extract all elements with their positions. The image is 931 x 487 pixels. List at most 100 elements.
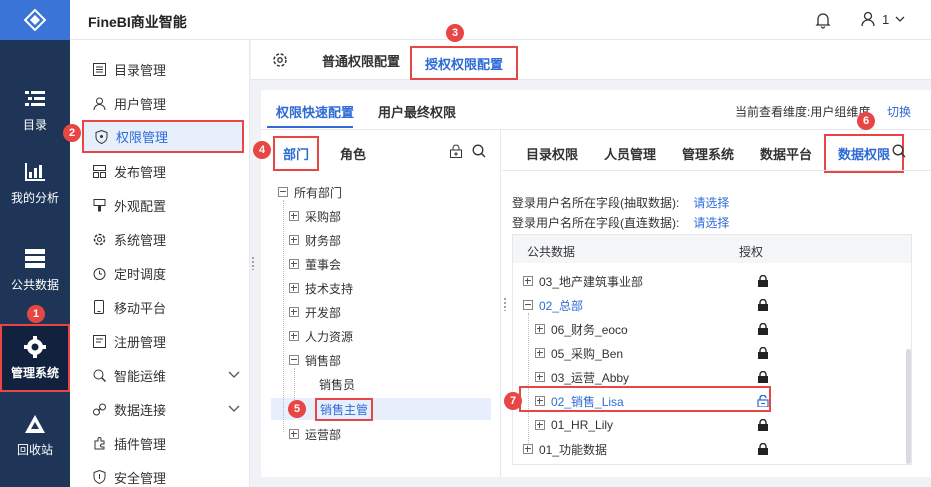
submenu-item-appearance[interactable]: 外观配置 <box>82 190 240 220</box>
tab-department[interactable]: 部门 <box>273 136 320 171</box>
tree-node[interactable]: 董事会 <box>289 252 341 276</box>
list-icon <box>92 62 106 76</box>
submenu-label: 目录管理 <box>114 62 167 78</box>
step-badge-3: 3 <box>446 24 464 42</box>
submenu-label: 插件管理 <box>114 436 167 452</box>
submenu-item-register[interactable]: 注册管理 <box>82 326 240 356</box>
tree-node[interactable]: 运营部 <box>289 422 341 446</box>
tree-node[interactable]: 采购部 <box>289 204 341 228</box>
grid-row[interactable]: 03_地产建筑事业部 <box>523 269 913 293</box>
submenu-label: 数据连接 <box>114 402 167 418</box>
submenu-item-ops[interactable]: 智能运维 <box>82 360 240 390</box>
tab-final-permission[interactable]: 用户最终权限 <box>378 102 456 121</box>
appearance-icon <box>92 198 106 212</box>
tab-user-management[interactable]: 人员管理 <box>604 144 656 163</box>
grid-row[interactable]: 06_财务_eoco <box>535 317 925 341</box>
expand-icon[interactable] <box>535 348 545 358</box>
expand-icon[interactable] <box>535 420 545 430</box>
lock-icon[interactable] <box>757 371 769 383</box>
nav-item-public-data[interactable]: 公共数据 <box>0 235 70 305</box>
submenu-item-directory[interactable]: 目录管理 <box>82 54 240 84</box>
tab-grant-permission[interactable]: 授权权限配置 <box>410 46 519 80</box>
tree-leaf-selected[interactable]: 销售主管 <box>315 397 374 421</box>
expand-icon[interactable] <box>289 235 299 245</box>
lock-icon[interactable] <box>757 299 769 311</box>
tree-node[interactable]: 销售部 <box>289 348 341 372</box>
publish-icon <box>92 164 106 178</box>
tab-role[interactable]: 角色 <box>340 144 366 163</box>
expand-icon[interactable] <box>535 324 545 334</box>
app-logo[interactable] <box>0 0 70 40</box>
tab-management-system[interactable]: 管理系统 <box>682 144 734 163</box>
submenu-label: 发布管理 <box>114 164 167 180</box>
grid-row[interactable]: 02_总部 <box>523 293 913 317</box>
expand-icon[interactable] <box>289 283 299 293</box>
resize-handle[interactable] <box>251 256 255 270</box>
tree-root[interactable]: 所有部门 <box>278 180 342 204</box>
submenu-item-plugins[interactable]: 插件管理 <box>82 428 240 458</box>
select-field-link[interactable]: 请选择 <box>693 216 729 230</box>
shield-icon <box>94 129 108 144</box>
tab-data-platform[interactable]: 数据平台 <box>760 144 812 163</box>
nav-item-management[interactable]: 管理系统 <box>0 324 70 392</box>
field-extract: 登录用户名所在字段(抽取数据): 请选择 <box>512 196 730 210</box>
collapse-icon[interactable] <box>278 187 288 197</box>
dimension-switch-link[interactable]: 切换 <box>887 103 911 120</box>
lock-icon[interactable] <box>757 323 769 335</box>
collapse-icon[interactable] <box>523 300 533 310</box>
grid-scrollbar[interactable] <box>906 349 911 464</box>
submenu-item-security[interactable]: 安全管理 <box>82 462 240 487</box>
expand-icon[interactable] <box>289 429 299 439</box>
tree-node[interactable]: 人力资源 <box>289 324 353 348</box>
submenu-item-publish[interactable]: 发布管理 <box>82 156 240 186</box>
grid-row[interactable]: 01_HR_Lily <box>535 413 925 437</box>
grid-row[interactable]: 01_功能数据 <box>523 437 913 461</box>
user-name: 1 <box>882 11 890 27</box>
resize-handle[interactable] <box>503 297 507 311</box>
nav-item-directory[interactable]: 目录 <box>0 75 70 145</box>
lock-icon[interactable] <box>757 347 769 359</box>
search-icon[interactable] <box>472 144 486 158</box>
tree-node[interactable]: 开发部 <box>289 300 341 324</box>
tree-node[interactable]: 技术支持 <box>289 276 353 300</box>
tab-quick-config[interactable]: 权限快速配置 <box>276 102 354 121</box>
lock-add-icon[interactable] <box>449 144 463 158</box>
step-badge-7: 7 <box>504 392 522 410</box>
grid-row[interactable]: 05_采购_Ben <box>535 341 925 365</box>
nav-item-recycle[interactable]: 回收站 <box>0 400 70 470</box>
collapse-icon[interactable] <box>289 355 299 365</box>
submenu-item-schedule[interactable]: 定时调度 <box>82 258 240 288</box>
col-authorization: 授权 <box>739 245 764 259</box>
tab-normal-permission[interactable]: 普通权限配置 <box>322 40 400 80</box>
expand-icon[interactable] <box>523 276 533 286</box>
expand-icon[interactable] <box>523 444 533 454</box>
user-menu[interactable]: 1 <box>860 11 905 27</box>
select-field-link[interactable]: 请选择 <box>693 196 729 210</box>
submenu-item-permissions[interactable]: 权限管理 <box>82 120 244 153</box>
submenu-item-data-connection[interactable]: 数据连接 <box>82 394 240 424</box>
expand-icon[interactable] <box>289 307 299 317</box>
nav-label: 目录 <box>22 117 47 132</box>
chevron-down-icon[interactable] <box>228 402 240 414</box>
submenu-item-system[interactable]: 系统管理 <box>82 224 240 254</box>
tab-directory-permission[interactable]: 目录权限 <box>526 144 578 163</box>
lock-icon[interactable] <box>757 275 769 287</box>
tree-leaf[interactable]: 销售员 <box>319 372 355 396</box>
expand-icon[interactable] <box>289 331 299 341</box>
register-icon <box>92 334 106 348</box>
submenu-label: 安全管理 <box>114 470 167 486</box>
submenu-item-users[interactable]: 用户管理 <box>82 88 240 118</box>
step-badge-1: 1 <box>27 305 45 323</box>
submenu-item-mobile[interactable]: 移动平台 <box>82 292 240 322</box>
chevron-down-icon[interactable] <box>228 368 240 380</box>
settings-icon[interactable] <box>272 52 288 68</box>
nav-item-my-analysis[interactable]: 我的分析 <box>0 148 70 218</box>
expand-icon[interactable] <box>289 211 299 221</box>
lock-icon[interactable] <box>757 419 769 431</box>
bell-icon[interactable] <box>814 11 832 29</box>
lock-icon[interactable] <box>757 443 769 455</box>
expand-icon[interactable] <box>535 372 545 382</box>
expand-icon[interactable] <box>289 259 299 269</box>
search-icon[interactable] <box>892 144 906 158</box>
tree-node[interactable]: 财务部 <box>289 228 341 252</box>
